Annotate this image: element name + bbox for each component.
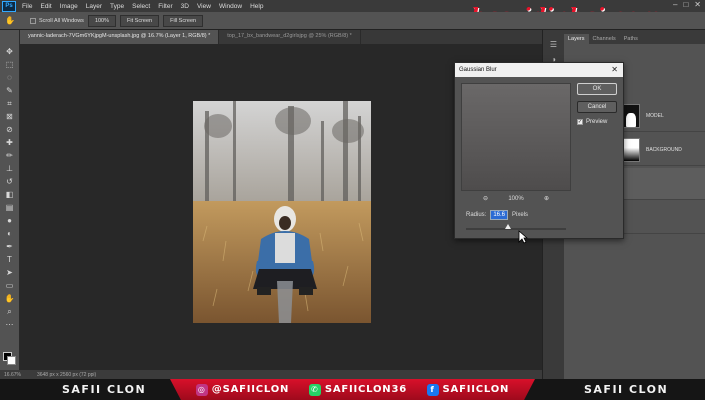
tab-document-1[interactable]: yannic-laderach-7VGm6YKjpgM-unsplash.jpg… bbox=[20, 30, 220, 44]
type-tool-icon[interactable]: T bbox=[4, 254, 16, 265]
instagram-label: @SAFIICLON bbox=[211, 384, 290, 395]
mouse-cursor-icon bbox=[518, 230, 528, 244]
zoom-level: 100% bbox=[508, 195, 524, 202]
slider-thumb-icon[interactable] bbox=[505, 224, 511, 229]
whatsapp-handle: ✆ SAFIICLON36 bbox=[308, 383, 407, 396]
facebook-handle: f SAFIICLON bbox=[426, 383, 510, 396]
instagram-handle: ◎ @SAFIICLON bbox=[195, 383, 290, 396]
tab-layers[interactable]: Layers bbox=[564, 34, 589, 44]
facebook-icon: f bbox=[426, 383, 439, 396]
menu-filter[interactable]: Filter bbox=[154, 3, 176, 10]
document-tab-bar: yannic-laderach-7VGm6YKjpgM-unsplash.jpg… bbox=[20, 30, 542, 44]
quick-select-tool-icon[interactable]: ✎ bbox=[4, 85, 16, 96]
more-tools-icon[interactable]: ⋯ bbox=[4, 319, 16, 330]
menu-type[interactable]: Type bbox=[106, 3, 128, 10]
facebook-label: SAFIICLON bbox=[442, 384, 510, 395]
preview-zoom-controls: ⊖ 100% ⊕ bbox=[483, 195, 549, 203]
gaussian-blur-dialog: Gaussian Blur ✕ OK Cancel ✓ Preview ⊖ 10… bbox=[454, 62, 624, 239]
banner-social-strip: ◎ @SAFIICLON ✆ SAFIICLON36 f SAFIICLON bbox=[170, 379, 535, 400]
minimize-icon[interactable]: – bbox=[673, 0, 677, 9]
status-bar: 16.67% 3648 px x 2560 px (72 ppi) bbox=[0, 370, 542, 379]
checkbox-icon bbox=[30, 17, 36, 24]
blur-tool-icon[interactable]: ● bbox=[4, 215, 16, 226]
menu-edit[interactable]: Edit bbox=[36, 3, 55, 10]
dodge-tool-icon[interactable]: ◐ bbox=[4, 228, 16, 239]
document-size: 3648 px x 2560 px (72 ppi) bbox=[36, 371, 97, 378]
tools-panel: ✥ ⬚ ◌ ✎ ⌗ ⊠ ⊘ ✚ ✏ ⊥ ↺ ◧ ▤ ● ◐ ✒ T ➤ ▭ ✋ … bbox=[0, 30, 20, 370]
marquee-tool-icon[interactable]: ⬚ bbox=[4, 59, 16, 70]
menu-select[interactable]: Select bbox=[128, 3, 154, 10]
radius-input[interactable]: 16.6 bbox=[490, 210, 509, 220]
menu-3d[interactable]: 3D bbox=[177, 3, 193, 10]
preview-checkbox[interactable]: ✓ Preview bbox=[577, 119, 607, 125]
blur-preview-pane[interactable] bbox=[461, 83, 571, 191]
promo-banner: SAFII CLON ◎ @SAFIICLON ✆ SAFIICLON36 f … bbox=[0, 379, 705, 400]
cancel-button[interactable]: Cancel bbox=[577, 101, 617, 113]
move-tool-icon[interactable]: ✥ bbox=[4, 46, 16, 57]
brush-tool-icon[interactable]: ✏ bbox=[4, 150, 16, 161]
close-icon[interactable]: ✕ bbox=[611, 65, 618, 74]
photoshop-logo-icon: Ps bbox=[2, 0, 16, 12]
ok-button[interactable]: OK bbox=[577, 83, 617, 95]
preview-label: Preview bbox=[586, 119, 608, 125]
history-brush-tool-icon[interactable]: ↺ bbox=[4, 176, 16, 187]
menu-layer[interactable]: Layer bbox=[82, 3, 106, 10]
layers-panel-tabs: Layers Channels Paths bbox=[564, 30, 705, 44]
tab-channels[interactable]: Channels bbox=[589, 34, 620, 44]
fit-screen-button[interactable]: Fit Screen bbox=[120, 14, 160, 27]
options-bar: ✋ Scroll All Windows 100% Fit Screen Fil… bbox=[0, 12, 705, 30]
whatsapp-icon: ✆ bbox=[308, 383, 321, 396]
path-selection-tool-icon[interactable]: ➤ bbox=[4, 267, 16, 278]
maximize-icon[interactable]: □ bbox=[683, 0, 688, 9]
menu-view[interactable]: View bbox=[193, 3, 215, 10]
radius-row: Radius: 16.6 Pixels bbox=[466, 210, 528, 220]
frame-tool-icon[interactable]: ⊠ bbox=[4, 111, 16, 122]
gradient-tool-icon[interactable]: ▤ bbox=[4, 202, 16, 213]
radius-slider[interactable] bbox=[466, 224, 566, 230]
lasso-tool-icon[interactable]: ◌ bbox=[4, 72, 16, 83]
close-window-icon[interactable]: ✕ bbox=[694, 0, 701, 9]
menu-image[interactable]: Image bbox=[56, 3, 82, 10]
crop-tool-icon[interactable]: ⌗ bbox=[4, 98, 16, 109]
zoom-100-button[interactable]: 100% bbox=[87, 14, 117, 27]
layer-name: MODEL bbox=[646, 112, 664, 119]
whatsapp-label: SAFIICLON36 bbox=[324, 384, 407, 395]
scroll-all-windows-label: Scroll All Windows bbox=[39, 17, 84, 24]
banner-right-name: SAFII CLON bbox=[584, 383, 669, 396]
healing-brush-tool-icon[interactable]: ✚ bbox=[4, 137, 16, 148]
hand-tool-icon[interactable]: ✋ bbox=[4, 293, 16, 304]
hand-tool-icon: ✋ bbox=[5, 16, 15, 25]
radius-label: Radius: bbox=[466, 212, 487, 218]
zoom-tool-icon[interactable]: ⌕ bbox=[4, 306, 16, 317]
fill-screen-button[interactable]: Fill Screen bbox=[163, 14, 204, 27]
properties-icon[interactable]: ☰ bbox=[550, 40, 557, 49]
eraser-tool-icon[interactable]: ◧ bbox=[4, 189, 16, 200]
zoom-in-icon[interactable]: ⊕ bbox=[544, 195, 549, 202]
background-color-swatch[interactable] bbox=[7, 356, 16, 365]
document-photo[interactable] bbox=[193, 101, 371, 323]
banner-left-name: SAFII CLON bbox=[62, 383, 147, 396]
eyedropper-tool-icon[interactable]: ⊘ bbox=[4, 124, 16, 135]
checkmark-icon: ✓ bbox=[577, 119, 583, 125]
radius-unit: Pixels bbox=[512, 212, 529, 218]
tab-paths[interactable]: Paths bbox=[620, 34, 642, 44]
pen-tool-icon[interactable]: ✒ bbox=[4, 241, 16, 252]
menu-window[interactable]: Window bbox=[215, 3, 246, 10]
window-controls: – □ ✕ bbox=[673, 0, 701, 9]
zoom-out-icon[interactable]: ⊖ bbox=[483, 195, 488, 202]
layer-name: BACKGROUND bbox=[646, 146, 682, 153]
scroll-all-windows-checkbox[interactable]: Scroll All Windows bbox=[30, 17, 84, 24]
dialog-title: Gaussian Blur bbox=[459, 67, 497, 73]
menu-help[interactable]: Help bbox=[246, 3, 267, 10]
tab-document-2[interactable]: top_17_bx_bandwear_d2girlsjpg @ 25% (RGB… bbox=[219, 30, 361, 44]
clone-stamp-tool-icon[interactable]: ⊥ bbox=[4, 163, 16, 174]
zoom-readout: 16.67% bbox=[4, 371, 21, 378]
menu-file[interactable]: File bbox=[18, 3, 36, 10]
rectangle-tool-icon[interactable]: ▭ bbox=[4, 280, 16, 291]
instagram-icon: ◎ bbox=[195, 383, 208, 396]
dialog-title-bar: Gaussian Blur ✕ bbox=[455, 63, 623, 77]
